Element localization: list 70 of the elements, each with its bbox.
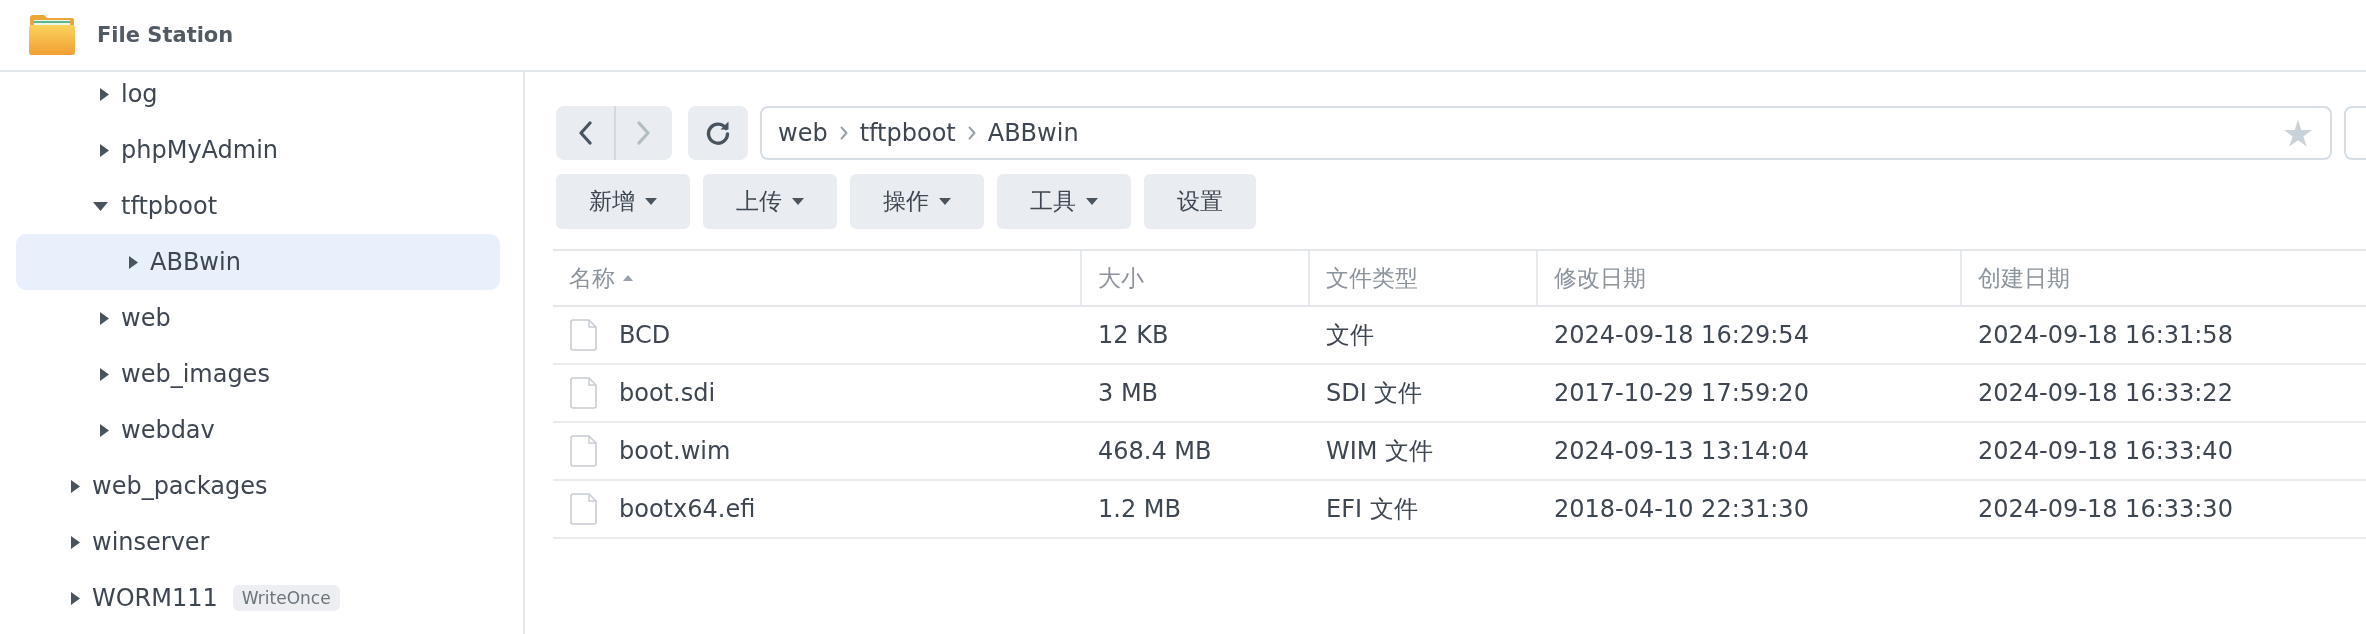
folder-item[interactable]: web_images [16,346,500,402]
file-type: 文件 [1326,320,1374,351]
folder-icon [28,14,76,56]
modified-date: 2017-10-29 17:59:20 [1554,379,1809,407]
partial-field[interactable] [2344,106,2366,160]
star-icon[interactable] [2284,119,2312,147]
file-icon [570,319,597,351]
folder-item[interactable]: webdav [16,402,500,458]
file-name: bootx64.efi [619,495,756,523]
file-name: BCD [619,321,671,349]
file-name: boot.wim [619,437,731,465]
created-date: 2024-09-18 16:31:58 [1978,321,2233,349]
toolbar-button[interactable]: 新增 [556,174,690,229]
path-field[interactable]: web tftpboot ABBwin [760,106,2332,160]
caret-right-icon[interactable] [100,87,109,101]
toolbar-button[interactable]: 设置 [1144,174,1256,229]
folder-item[interactable]: winserver [16,514,500,570]
chevron-left-icon [578,121,592,145]
file-icon [570,377,597,409]
modified-date: 2018-04-10 22:31:30 [1554,495,1809,523]
folder-item[interactable]: WORM111 WriteOnce [16,570,500,626]
caret-right-icon[interactable] [100,311,109,325]
caret-right-icon[interactable] [71,535,80,549]
created-date: 2024-09-18 16:33:22 [1978,379,2233,407]
chevron-right-icon [839,126,848,140]
breadcrumb-item[interactable]: web [778,119,828,147]
tag-badge: WriteOnce [232,585,340,611]
folder-item[interactable]: web_packages [16,458,500,514]
folder-item[interactable]: phpMyAdmin [16,122,500,178]
toolbar-button[interactable]: 操作 [850,174,984,229]
caret-right-icon[interactable] [100,423,109,437]
caret-down-icon [792,198,804,205]
chevron-right-icon [967,126,976,140]
file-size: 1.2 MB [1098,495,1181,523]
refresh-button[interactable] [688,106,748,160]
caret-down-icon [645,198,657,205]
caret-down-icon [939,198,951,205]
sort-up-icon [623,275,633,281]
modified-date: 2024-09-13 13:14:04 [1554,437,1809,465]
toolbar-button[interactable]: 工具 [997,174,1131,229]
file-size: 3 MB [1098,379,1159,407]
created-date: 2024-09-18 16:33:40 [1978,437,2233,465]
folder-item[interactable]: log [16,72,500,122]
folder-item[interactable]: web [16,290,500,346]
window-title: File Station [97,23,234,47]
breadcrumb-item[interactable]: ABBwin [987,119,1079,147]
file-type: EFI 文件 [1326,494,1418,525]
caret-right-icon[interactable] [129,255,138,269]
toolbar-button[interactable]: 上传 [703,174,837,229]
file-type: SDI 文件 [1326,378,1423,409]
file-icon [570,435,597,467]
file-icon [570,493,597,525]
file-type: WIM 文件 [1326,436,1434,467]
back-button[interactable] [556,106,614,160]
caret-down-icon[interactable] [93,201,108,211]
caret-right-icon[interactable] [71,479,80,493]
folder-item[interactable]: ABBwin [16,234,500,290]
caret-right-icon[interactable] [100,367,109,381]
file-size: 12 KB [1098,321,1169,349]
created-date: 2024-09-18 16:33:30 [1978,495,2233,523]
caret-down-icon [1086,198,1098,205]
chevron-right-icon [637,121,651,145]
refresh-icon [705,120,731,146]
caret-right-icon[interactable] [100,143,109,157]
breadcrumb-item[interactable]: tftpboot [859,119,956,147]
folder-item[interactable]: tftpboot [16,178,500,234]
caret-right-icon[interactable] [71,591,80,605]
file-name: boot.sdi [619,379,716,407]
file-size: 468.4 MB [1098,437,1212,465]
modified-date: 2024-09-18 16:29:54 [1554,321,1809,349]
